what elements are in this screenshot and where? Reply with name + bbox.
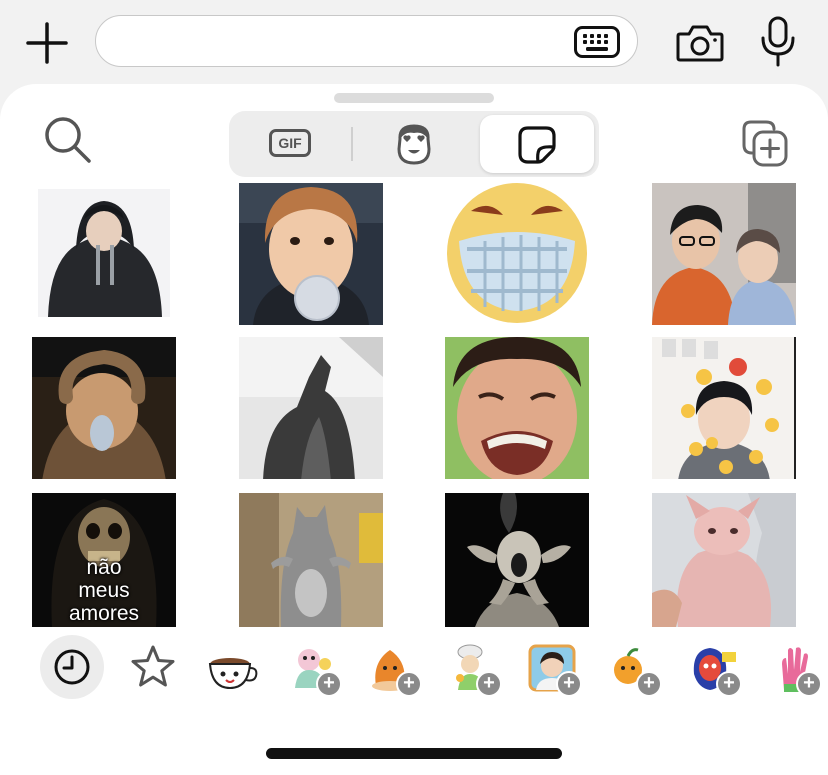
person-hoodie-sticker [38,189,170,317]
screaming-figure-sticker [445,493,589,627]
sticker-item[interactable] [652,183,796,325]
home-indicator [266,748,562,759]
sticker-item[interactable] [652,493,796,627]
microphone-icon[interactable] [758,16,798,68]
add-pack-icon[interactable]: + [476,671,502,697]
tray-recent-button[interactable] [40,635,104,699]
sticker-item[interactable] [239,183,383,325]
tab-emoji[interactable] [357,115,469,173]
add-pack-icon[interactable]: + [716,671,742,697]
blurry-monkey-sticker [32,337,176,479]
keyboard-icon[interactable] [574,26,620,58]
camera-icon[interactable] [676,24,724,62]
panel-grabber[interactable] [334,93,494,103]
pixel-grin-emoji-sticker [445,183,589,325]
add-pack-icon[interactable]: + [396,671,422,697]
coffee-cup-pack[interactable] [206,644,258,694]
hairless-cat-sticker [652,493,796,627]
sticker-item[interactable] [445,183,589,325]
add-pack-icon[interactable]: + [316,671,342,697]
sticker-item[interactable] [32,337,176,479]
media-type-tabs: GIF [229,111,599,177]
sticker-item[interactable] [239,493,383,627]
sticker-item[interactable]: não meus amores [32,493,176,627]
sticker-caption: não meus amores [68,556,140,625]
howling-cat-sticker [239,337,383,479]
boy-emoji-crown-sticker [652,337,796,479]
plus-icon[interactable] [26,22,68,64]
sticker-item[interactable] [239,337,383,479]
sticker-item[interactable] [652,337,796,479]
search-icon[interactable] [42,114,94,166]
gif-label: GIF [269,129,311,157]
composer-bar [0,0,828,90]
add-pack-icon[interactable]: + [556,671,582,697]
message-input[interactable] [95,15,638,67]
add-sticker-icon[interactable] [740,119,790,169]
sticker-item[interactable] [38,189,170,317]
heart-eyes-face-icon [397,124,431,165]
crying-man-sticker [445,337,589,479]
recent-icon [54,649,90,685]
sticker-item[interactable] [445,493,589,627]
add-pack-icon[interactable]: + [796,671,822,697]
tab-divider [351,127,353,161]
standing-cat-sticker [239,493,383,627]
add-pack-icon[interactable]: + [636,671,662,697]
bubblegum-boy-sticker [239,183,383,325]
favorites-star-icon[interactable] [128,642,178,692]
tab-stickers[interactable] [480,115,594,173]
sticker-icon [518,126,556,164]
tab-gif[interactable]: GIF [233,115,345,173]
two-friends-laughing-sticker [652,183,796,325]
sticker-item[interactable] [445,337,589,479]
